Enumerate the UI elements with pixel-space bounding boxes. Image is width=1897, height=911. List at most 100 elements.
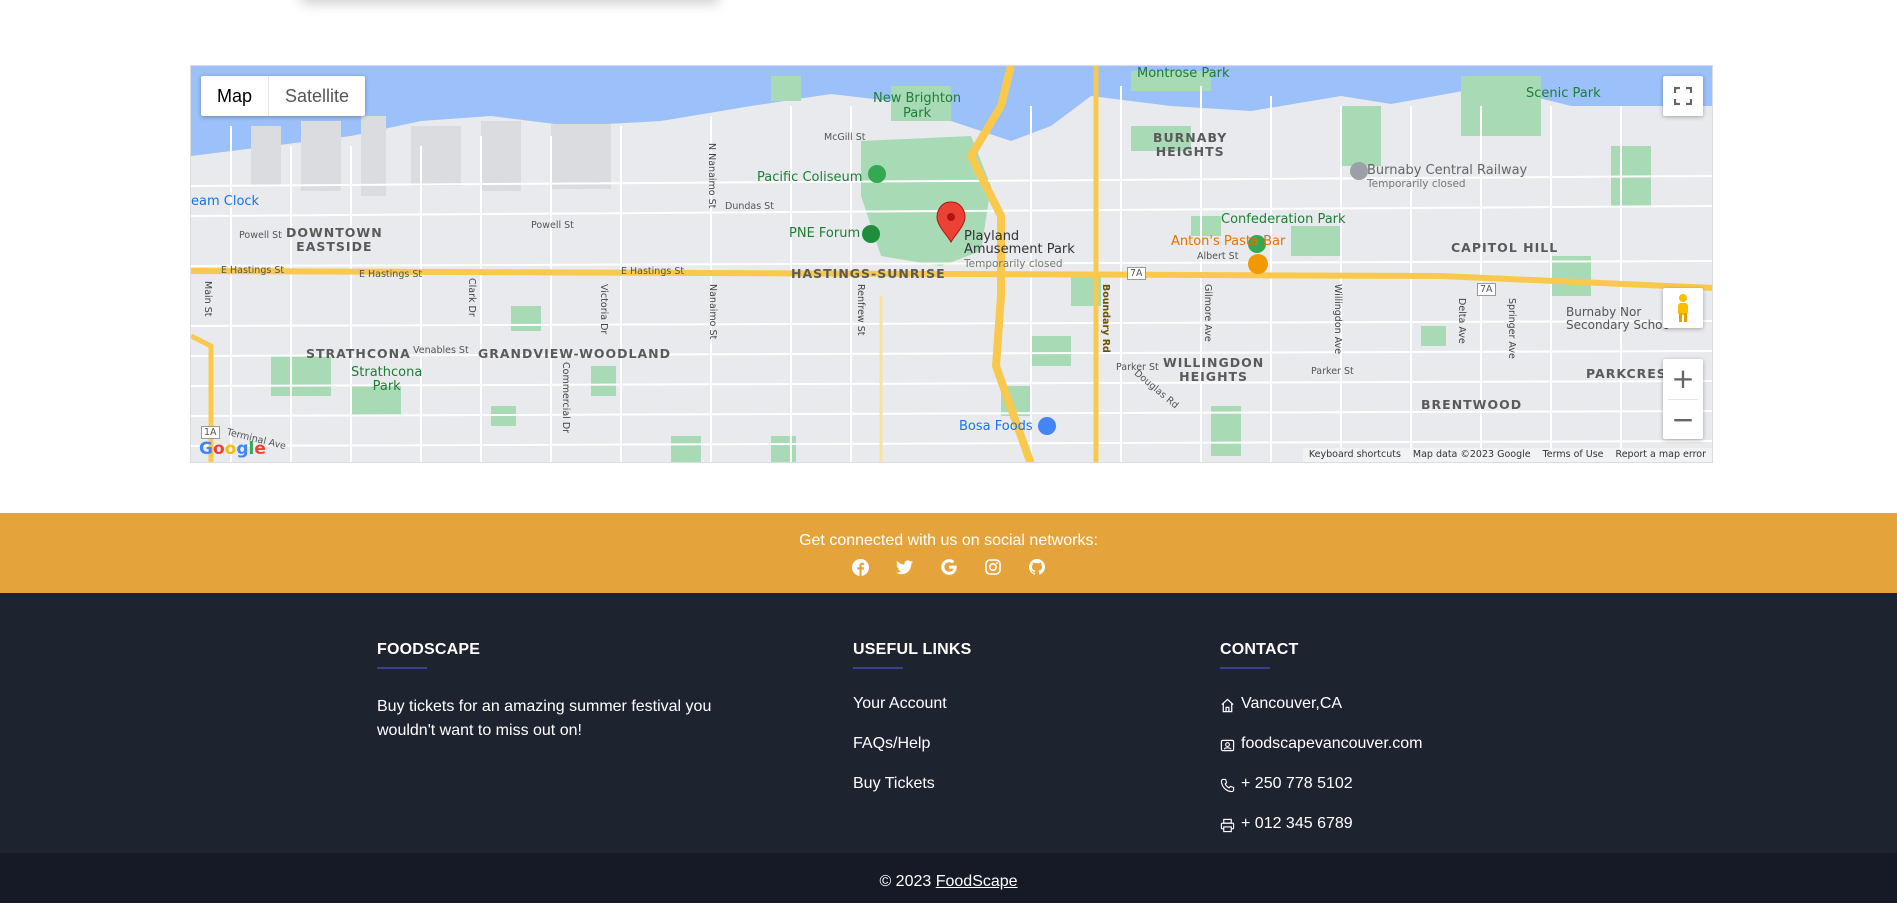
- contact-address-text: Vancouver,CA: [1241, 695, 1343, 712]
- map-label: Albert St: [1197, 251, 1239, 262]
- map-label: Confederation Park: [1221, 212, 1346, 227]
- buy-tickets-link[interactable]: Buy Tickets: [853, 775, 1113, 815]
- map-label: Springer Ave: [1506, 298, 1517, 359]
- map-type-satellite-button[interactable]: Satellite: [269, 76, 365, 116]
- map-label: DOWNTOWN EASTSIDE: [286, 225, 383, 254]
- divider: [1220, 667, 1270, 669]
- envelope-icon: [1220, 739, 1235, 752]
- fullscreen-button[interactable]: [1663, 76, 1703, 116]
- map-label: 1A: [201, 426, 220, 439]
- foodscape-home-link[interactable]: FoodScape: [936, 873, 1018, 890]
- map-label: N Nanaimo St: [706, 143, 717, 209]
- map-label: HASTINGS-SUNRISE: [791, 266, 946, 281]
- map-label: Dundas St: [725, 201, 774, 212]
- contact-fax-text: + 012 345 6789: [1241, 815, 1353, 832]
- map-label: BRENTWOOD: [1421, 397, 1523, 412]
- instagram-icon[interactable]: [984, 558, 1002, 576]
- footer-brand-column: FOODSCAPE Buy tickets for an amazing sum…: [377, 641, 717, 743]
- map-label: Nanaimo St: [707, 284, 718, 340]
- map-type-control: Map Satellite: [201, 76, 366, 116]
- keyboard-shortcuts-link[interactable]: Keyboard shortcuts: [1309, 448, 1401, 462]
- map-label: Powell St: [531, 220, 574, 231]
- map-label: Clark Dr: [466, 278, 477, 317]
- map-label: CAPITOL HILL: [1451, 240, 1559, 255]
- your-account-link[interactable]: Your Account: [853, 695, 1113, 735]
- footer-links-column: USEFUL LINKS Your Account FAQs/Help Buy …: [853, 641, 1113, 815]
- zoom-out-button[interactable]: −: [1663, 399, 1703, 439]
- printer-icon: [1220, 818, 1235, 833]
- map-label: Burnaby Nor Secondary Schoo: [1566, 305, 1670, 332]
- map-data-text: Map data ©2023 Google: [1412, 449, 1531, 460]
- map-label: Montrose Park: [1137, 66, 1230, 81]
- map-label: Strathcona Park: [351, 365, 423, 394]
- phone-icon: [1220, 778, 1235, 793]
- contact-fax: + 012 345 6789: [1220, 815, 1540, 855]
- map-label: Venables St: [413, 345, 469, 356]
- map-label: Renfrew St: [855, 284, 866, 336]
- social-bar: Get connected with us on social networks…: [0, 513, 1897, 593]
- map-label: E Hastings St: [621, 266, 685, 277]
- map-attribution: Keyboard shortcuts Map data ©2023 Google…: [1302, 448, 1712, 462]
- twitter-icon[interactable]: [896, 558, 914, 576]
- map-label: GRANDVIEW-WOODLAND: [478, 346, 672, 361]
- footer-contact-title: CONTACT: [1220, 641, 1299, 658]
- social-icons: [0, 558, 1897, 576]
- map-label: Willingdon Ave: [1332, 284, 1343, 355]
- terms-link[interactable]: Terms of Use: [1543, 448, 1604, 462]
- map-label: McGill St: [824, 132, 866, 143]
- map-label: Temporarily closed: [1367, 178, 1466, 190]
- faqs-help-link[interactable]: FAQs/Help: [853, 735, 1113, 775]
- map-label: E Hastings St: [359, 269, 423, 280]
- github-icon[interactable]: [1028, 558, 1046, 576]
- map-label: Delta Ave: [1456, 298, 1467, 344]
- map-label: PNE Forum: [789, 226, 861, 241]
- footer-links-title: USEFUL LINKS: [853, 641, 972, 658]
- map-type-map-button[interactable]: Map: [201, 76, 270, 116]
- map-label: Gilmore Ave: [1202, 284, 1213, 342]
- divider: [853, 667, 903, 669]
- contact-email: foodscapevancouver.com: [1220, 735, 1540, 775]
- footer-contact-column: CONTACT Vancouver,CA foodscapevancouver.…: [1220, 641, 1540, 855]
- street-view-button[interactable]: [1663, 288, 1703, 328]
- contact-phone-text: + 250 778 5102: [1241, 775, 1353, 792]
- social-text: Get connected with us on social networks…: [799, 532, 1098, 549]
- map-label: Pacific Coliseum: [757, 170, 863, 185]
- zoom-control: + −: [1663, 359, 1703, 439]
- map-label: Boundary Rd: [1100, 284, 1111, 353]
- home-icon: [1221, 698, 1234, 713]
- map-label: Parker St: [1311, 366, 1354, 377]
- google-icon[interactable]: [940, 558, 958, 576]
- map-label: New Brighton Park: [873, 91, 962, 121]
- report-error-link[interactable]: Report a map error: [1616, 448, 1706, 462]
- map-label: Bosa Foods: [959, 419, 1033, 434]
- map-label: Playland Amusement Park: [964, 229, 1075, 257]
- map-label: Anton's Pasta Bar: [1171, 234, 1286, 249]
- facebook-icon[interactable]: [852, 558, 870, 576]
- map-label: eam Clock: [191, 194, 260, 209]
- map-label: Temporarily closed: [964, 258, 1063, 270]
- contact-phone: + 250 778 5102: [1220, 775, 1540, 815]
- footer-brand-text: Buy tickets for an amazing summer festiv…: [377, 698, 712, 739]
- map-label: 7A: [1127, 267, 1146, 280]
- map-label: Victoria Dr: [598, 284, 609, 335]
- map-label: Burnaby Central Railway: [1367, 163, 1528, 178]
- footer-brand-title: FOODSCAPE: [377, 641, 481, 658]
- footer: FOODSCAPE Buy tickets for an amazing sum…: [0, 593, 1897, 853]
- zoom-in-button[interactable]: +: [1663, 359, 1703, 399]
- map-label: Commercial Dr: [560, 362, 571, 434]
- map-label: E Hastings St: [221, 265, 285, 276]
- map-label: Powell St: [239, 230, 282, 241]
- embedded-map[interactable]: Montrose Park New Brighton Park Scenic P…: [190, 65, 1713, 463]
- fullscreen-icon: [1674, 87, 1692, 105]
- map-label: WILLINGDON HEIGHTS: [1163, 355, 1265, 384]
- copyright-bar: © 2023 FoodScape: [0, 853, 1897, 903]
- map-label: Scenic Park: [1526, 86, 1601, 101]
- divider: [377, 667, 427, 669]
- map-label: STRATHCONA: [306, 346, 411, 361]
- map-label: BURNABY HEIGHTS: [1153, 130, 1228, 159]
- pegman-icon: [1678, 294, 1688, 322]
- contact-email-text[interactable]: foodscapevancouver.com: [1241, 735, 1422, 753]
- contact-address: Vancouver,CA: [1220, 695, 1540, 735]
- copyright-text: © 2023: [879, 873, 932, 890]
- map-label: Main St: [202, 281, 213, 317]
